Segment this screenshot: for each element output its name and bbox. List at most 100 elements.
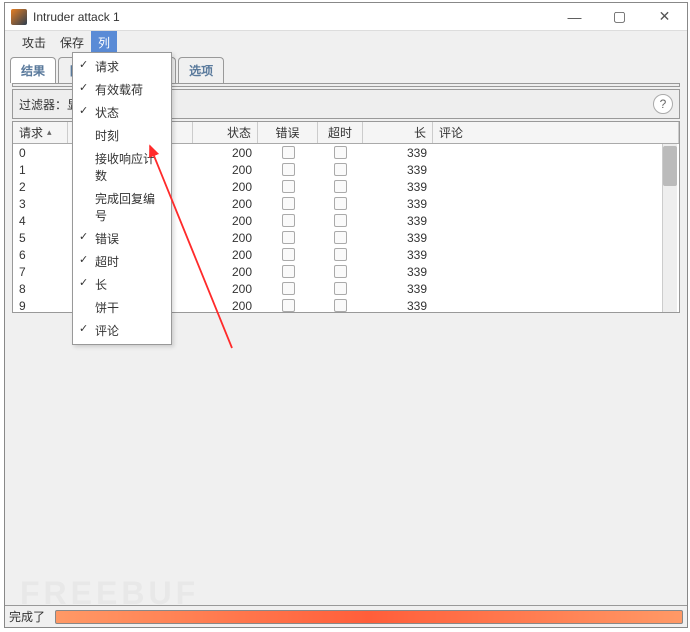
- dropdown-item[interactable]: 饼干: [73, 296, 171, 319]
- dropdown-item[interactable]: 评论: [73, 319, 171, 342]
- menubar: 攻击 保存 列: [5, 31, 687, 54]
- cell-error: [258, 146, 318, 159]
- cell-error: [258, 299, 318, 312]
- cell-request: 8: [13, 282, 68, 296]
- cell-timeout: [318, 231, 363, 244]
- checkbox-icon: [334, 180, 347, 193]
- help-icon[interactable]: ?: [653, 94, 673, 114]
- col-request[interactable]: 请求: [13, 122, 68, 143]
- col-error[interactable]: 错误: [258, 122, 318, 143]
- menu-attack[interactable]: 攻击: [15, 31, 53, 54]
- cell-timeout: [318, 163, 363, 176]
- cell-request: 6: [13, 248, 68, 262]
- checkbox-icon: [334, 163, 347, 176]
- cell-request: 9: [13, 299, 68, 313]
- scrollbar-thumb[interactable]: [663, 146, 677, 186]
- cell-timeout: [318, 146, 363, 159]
- dropdown-item[interactable]: 错误: [73, 227, 171, 250]
- tab-options[interactable]: 选项: [178, 57, 224, 83]
- cell-length: 339: [363, 163, 433, 177]
- cell-length: 339: [363, 265, 433, 279]
- cell-status: 200: [193, 180, 258, 194]
- cell-request: 5: [13, 231, 68, 245]
- cell-status: 200: [193, 163, 258, 177]
- checkbox-icon: [334, 146, 347, 159]
- cell-status: 200: [193, 282, 258, 296]
- checkbox-icon: [282, 231, 295, 244]
- titlebar: Intruder attack 1 — ▢ ✕: [5, 3, 687, 31]
- maximize-button[interactable]: ▢: [597, 3, 642, 31]
- dropdown-item[interactable]: 状态: [73, 101, 171, 124]
- col-status[interactable]: 状态: [193, 122, 258, 143]
- cell-timeout: [318, 197, 363, 210]
- col-timeout[interactable]: 超时: [318, 122, 363, 143]
- cell-timeout: [318, 248, 363, 261]
- cell-request: 2: [13, 180, 68, 194]
- watermark: FREEBUF: [20, 575, 199, 612]
- checkbox-icon: [282, 214, 295, 227]
- app-icon: [11, 9, 27, 25]
- checkbox-icon: [334, 214, 347, 227]
- dropdown-item[interactable]: 接收响应计数: [73, 147, 171, 187]
- cell-error: [258, 265, 318, 278]
- checkbox-icon: [282, 265, 295, 278]
- col-comment[interactable]: 评论: [433, 122, 679, 143]
- cell-request: 4: [13, 214, 68, 228]
- empty-panel: [5, 313, 687, 605]
- dropdown-item[interactable]: 时刻: [73, 124, 171, 147]
- cell-timeout: [318, 299, 363, 312]
- checkbox-icon: [334, 248, 347, 261]
- dropdown-item[interactable]: 请求: [73, 55, 171, 78]
- columns-dropdown[interactable]: 请求有效载荷状态时刻接收响应计数完成回复编号错误超时长饼干评论: [72, 52, 172, 345]
- cell-status: 200: [193, 197, 258, 211]
- cell-error: [258, 248, 318, 261]
- cell-error: [258, 231, 318, 244]
- checkbox-icon: [282, 299, 295, 312]
- menu-save[interactable]: 保存: [53, 31, 91, 54]
- cell-status: 200: [193, 299, 258, 313]
- cell-status: 200: [193, 265, 258, 279]
- window-title: Intruder attack 1: [33, 10, 552, 24]
- cell-error: [258, 282, 318, 295]
- cell-error: [258, 163, 318, 176]
- cell-length: 339: [363, 231, 433, 245]
- cell-timeout: [318, 265, 363, 278]
- checkbox-icon: [282, 197, 295, 210]
- checkbox-icon: [282, 146, 295, 159]
- checkbox-icon: [282, 282, 295, 295]
- cell-request: 1: [13, 163, 68, 177]
- menu-columns[interactable]: 列: [91, 31, 117, 54]
- cell-length: 339: [363, 299, 433, 313]
- dropdown-item[interactable]: 超时: [73, 250, 171, 273]
- cell-timeout: [318, 282, 363, 295]
- checkbox-icon: [282, 163, 295, 176]
- cell-timeout: [318, 180, 363, 193]
- cell-timeout: [318, 214, 363, 227]
- cell-status: 200: [193, 231, 258, 245]
- minimize-button[interactable]: —: [552, 3, 597, 31]
- close-button[interactable]: ✕: [642, 3, 687, 31]
- col-length[interactable]: 长: [363, 122, 433, 143]
- cell-request: 3: [13, 197, 68, 211]
- dropdown-item[interactable]: 长: [73, 273, 171, 296]
- cell-request: 7: [13, 265, 68, 279]
- cell-length: 339: [363, 180, 433, 194]
- filter-label: 过滤器：显: [19, 96, 79, 113]
- tab-results[interactable]: 结果: [10, 57, 56, 83]
- dropdown-item[interactable]: 有效载荷: [73, 78, 171, 101]
- cell-length: 339: [363, 248, 433, 262]
- checkbox-icon: [334, 231, 347, 244]
- checkbox-icon: [334, 282, 347, 295]
- cell-status: 200: [193, 146, 258, 160]
- checkbox-icon: [282, 248, 295, 261]
- cell-status: 200: [193, 214, 258, 228]
- dropdown-item[interactable]: 完成回复编号: [73, 187, 171, 227]
- checkbox-icon: [334, 265, 347, 278]
- cell-error: [258, 214, 318, 227]
- cell-error: [258, 197, 318, 210]
- vertical-scrollbar[interactable]: [662, 144, 677, 313]
- cell-error: [258, 180, 318, 193]
- cell-length: 339: [363, 282, 433, 296]
- checkbox-icon: [334, 299, 347, 312]
- cell-request: 0: [13, 146, 68, 160]
